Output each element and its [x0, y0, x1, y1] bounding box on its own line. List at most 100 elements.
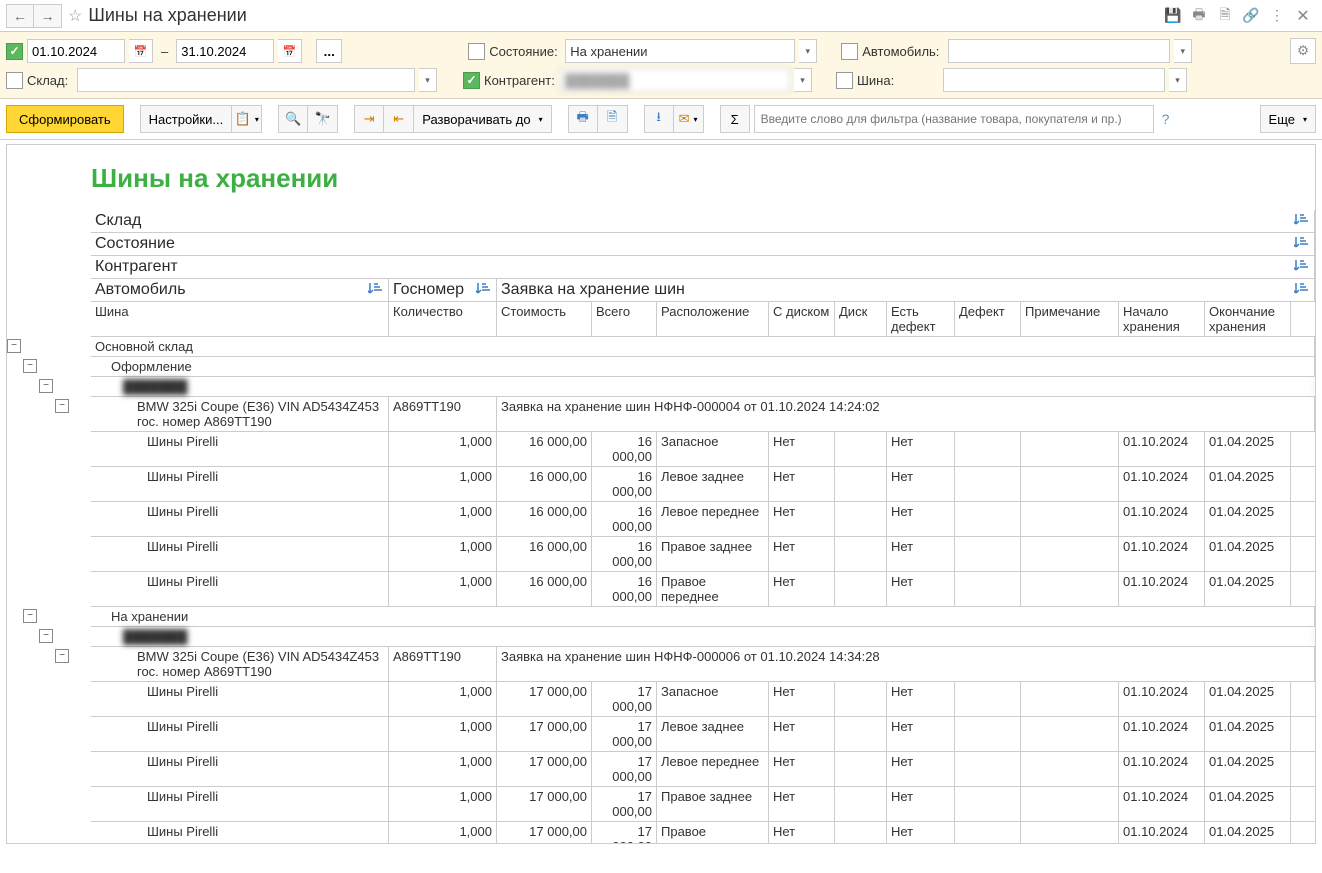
tree-toggle[interactable]: − — [23, 359, 37, 373]
tire-checkbox[interactable] — [836, 72, 853, 89]
nav-back-button[interactable]: ← — [6, 4, 34, 28]
date-dash: – — [161, 44, 168, 59]
state-dropdown-icon[interactable]: ▾ — [799, 39, 817, 63]
more-button[interactable]: Еще ▾ — [1260, 105, 1316, 133]
sort-icon[interactable] — [1294, 212, 1310, 230]
car-checkbox[interactable] — [841, 43, 858, 60]
tire-cost: 17 000,00 — [497, 822, 592, 844]
tire-cost: 17 000,00 — [497, 787, 592, 821]
tree-toggle[interactable]: − — [39, 379, 53, 393]
tire-name[interactable]: Шины Pirelli — [91, 432, 389, 466]
expand-all-button[interactable]: ⇤ — [384, 105, 414, 133]
sum-button[interactable]: Σ — [720, 105, 750, 133]
tire-name[interactable]: Шины Pirelli — [91, 502, 389, 536]
save-button[interactable]: ⭳ — [644, 105, 674, 133]
collapse-all-button[interactable]: ⇥ — [354, 105, 384, 133]
tire-dropdown-icon[interactable]: ▾ — [1169, 68, 1187, 92]
tire-disk — [835, 752, 887, 786]
tire-cost: 16 000,00 — [497, 432, 592, 466]
preview-icon[interactable]: 🗎 — [1214, 5, 1236, 27]
request-cell[interactable]: Заявка на хранение шин НФНФ-000004 от 01… — [497, 397, 1315, 431]
print-icon[interactable]: 🖶 — [1188, 5, 1210, 27]
generate-button[interactable]: Сформировать — [6, 105, 124, 133]
filter-input[interactable] — [754, 105, 1154, 133]
save-icon[interactable]: 💾 — [1162, 5, 1184, 27]
sort-icon[interactable] — [476, 281, 492, 299]
tree-toggle[interactable]: − — [23, 609, 37, 623]
tire-name[interactable]: Шины Pirelli — [91, 537, 389, 571]
contragent-group[interactable]: ███████ — [91, 627, 1315, 646]
nav-forward-button[interactable]: → — [34, 4, 62, 28]
expand-to-button[interactable]: Разворачивать до ▾ — [414, 105, 551, 133]
link-icon[interactable]: 🔗 — [1240, 5, 1262, 27]
tire-defect — [955, 752, 1021, 786]
tree-toggle[interactable]: − — [7, 339, 21, 353]
calendar-from-icon[interactable]: 📅 — [129, 39, 153, 63]
settings-button[interactable]: Настройки... — [140, 105, 233, 133]
print-preview-button[interactable]: 🗎 — [598, 105, 628, 133]
contragent-field[interactable]: ███████ — [560, 68, 790, 92]
tire-cost: 16 000,00 — [497, 572, 592, 606]
tire-name[interactable]: Шины Pirelli — [91, 717, 389, 751]
tire-defect — [955, 432, 1021, 466]
find-next-button[interactable]: 🔭 — [308, 105, 338, 133]
more-vertical-icon[interactable]: ⋮ — [1266, 5, 1288, 27]
tire-name[interactable]: Шины Pirelli — [91, 752, 389, 786]
tire-hasdefect: Нет — [887, 537, 955, 571]
find-button[interactable]: 🔍 — [278, 105, 308, 133]
car-cell[interactable]: BMW 325i Coupe (E36) VIN AD5434Z453 гос.… — [91, 647, 389, 681]
tree-toggle[interactable]: − — [55, 399, 69, 413]
storage-dropdown-icon[interactable]: ▾ — [419, 68, 437, 92]
help-icon[interactable]: ? — [1162, 111, 1170, 127]
tire-note — [1021, 787, 1119, 821]
col-tire: Шина — [91, 302, 389, 336]
tire-name[interactable]: Шины Pirelli — [91, 467, 389, 501]
car-label: Автомобиль: — [862, 44, 944, 59]
variants-button[interactable]: 📋▾ — [232, 105, 262, 133]
send-mail-button[interactable]: ✉▾ — [674, 105, 704, 133]
contragent-checkbox[interactable] — [463, 72, 480, 89]
storage-group[interactable]: Основной склад — [91, 337, 1315, 356]
col-cost: Стоимость — [497, 302, 592, 336]
sort-icon[interactable] — [1294, 281, 1310, 299]
tire-name[interactable]: Шины Pirelli — [91, 787, 389, 821]
period-ellipsis-button[interactable]: ... — [316, 39, 342, 63]
sort-icon[interactable] — [1294, 258, 1310, 276]
date-from-input[interactable] — [27, 39, 125, 63]
storage-field[interactable] — [77, 68, 415, 92]
tire-note — [1021, 717, 1119, 751]
filter-settings-button[interactable]: ⚙ — [1290, 38, 1316, 64]
tire-hasdefect: Нет — [887, 432, 955, 466]
close-icon[interactable]: ✕ — [1292, 5, 1314, 27]
state-label: Состояние: — [489, 44, 561, 59]
tire-withdisk: Нет — [769, 717, 835, 751]
date-to-input[interactable] — [176, 39, 274, 63]
car-cell[interactable]: BMW 325i Coupe (E36) VIN AD5434Z453 гос.… — [91, 397, 389, 431]
tire-name[interactable]: Шины Pirelli — [91, 572, 389, 606]
sort-icon[interactable] — [368, 281, 384, 299]
tire-location: Правое заднее — [657, 787, 769, 821]
tire-field[interactable] — [943, 68, 1165, 92]
contragent-dropdown-icon[interactable]: ▾ — [794, 68, 812, 92]
state-field[interactable]: На хранении — [565, 39, 795, 63]
favorite-star-icon[interactable]: ☆ — [68, 6, 82, 26]
print-button[interactable]: 🖶 — [568, 105, 598, 133]
sort-icon[interactable] — [1294, 235, 1310, 253]
storage-checkbox[interactable] — [6, 72, 23, 89]
period-checkbox[interactable] — [6, 43, 23, 60]
tire-name[interactable]: Шины Pirelli — [91, 822, 389, 844]
request-cell[interactable]: Заявка на хранение шин НФНФ-000006 от 01… — [497, 647, 1315, 681]
tire-end: 01.04.2025 — [1205, 752, 1291, 786]
calendar-to-icon[interactable]: 📅 — [278, 39, 302, 63]
report-area[interactable]: Шины на хранении Склад Состояние Контраг… — [6, 144, 1316, 844]
car-dropdown-icon[interactable]: ▾ — [1174, 39, 1192, 63]
car-field[interactable] — [948, 39, 1170, 63]
tree-toggle[interactable]: − — [55, 649, 69, 663]
tree-toggle[interactable]: − — [39, 629, 53, 643]
state-checkbox[interactable] — [468, 43, 485, 60]
state-group[interactable]: Оформление — [91, 357, 1315, 376]
contragent-group[interactable]: ███████ — [91, 377, 1315, 396]
state-group[interactable]: На хранении — [91, 607, 1315, 626]
tire-name[interactable]: Шины Pirelli — [91, 682, 389, 716]
header-plate: Госномер — [389, 279, 497, 301]
